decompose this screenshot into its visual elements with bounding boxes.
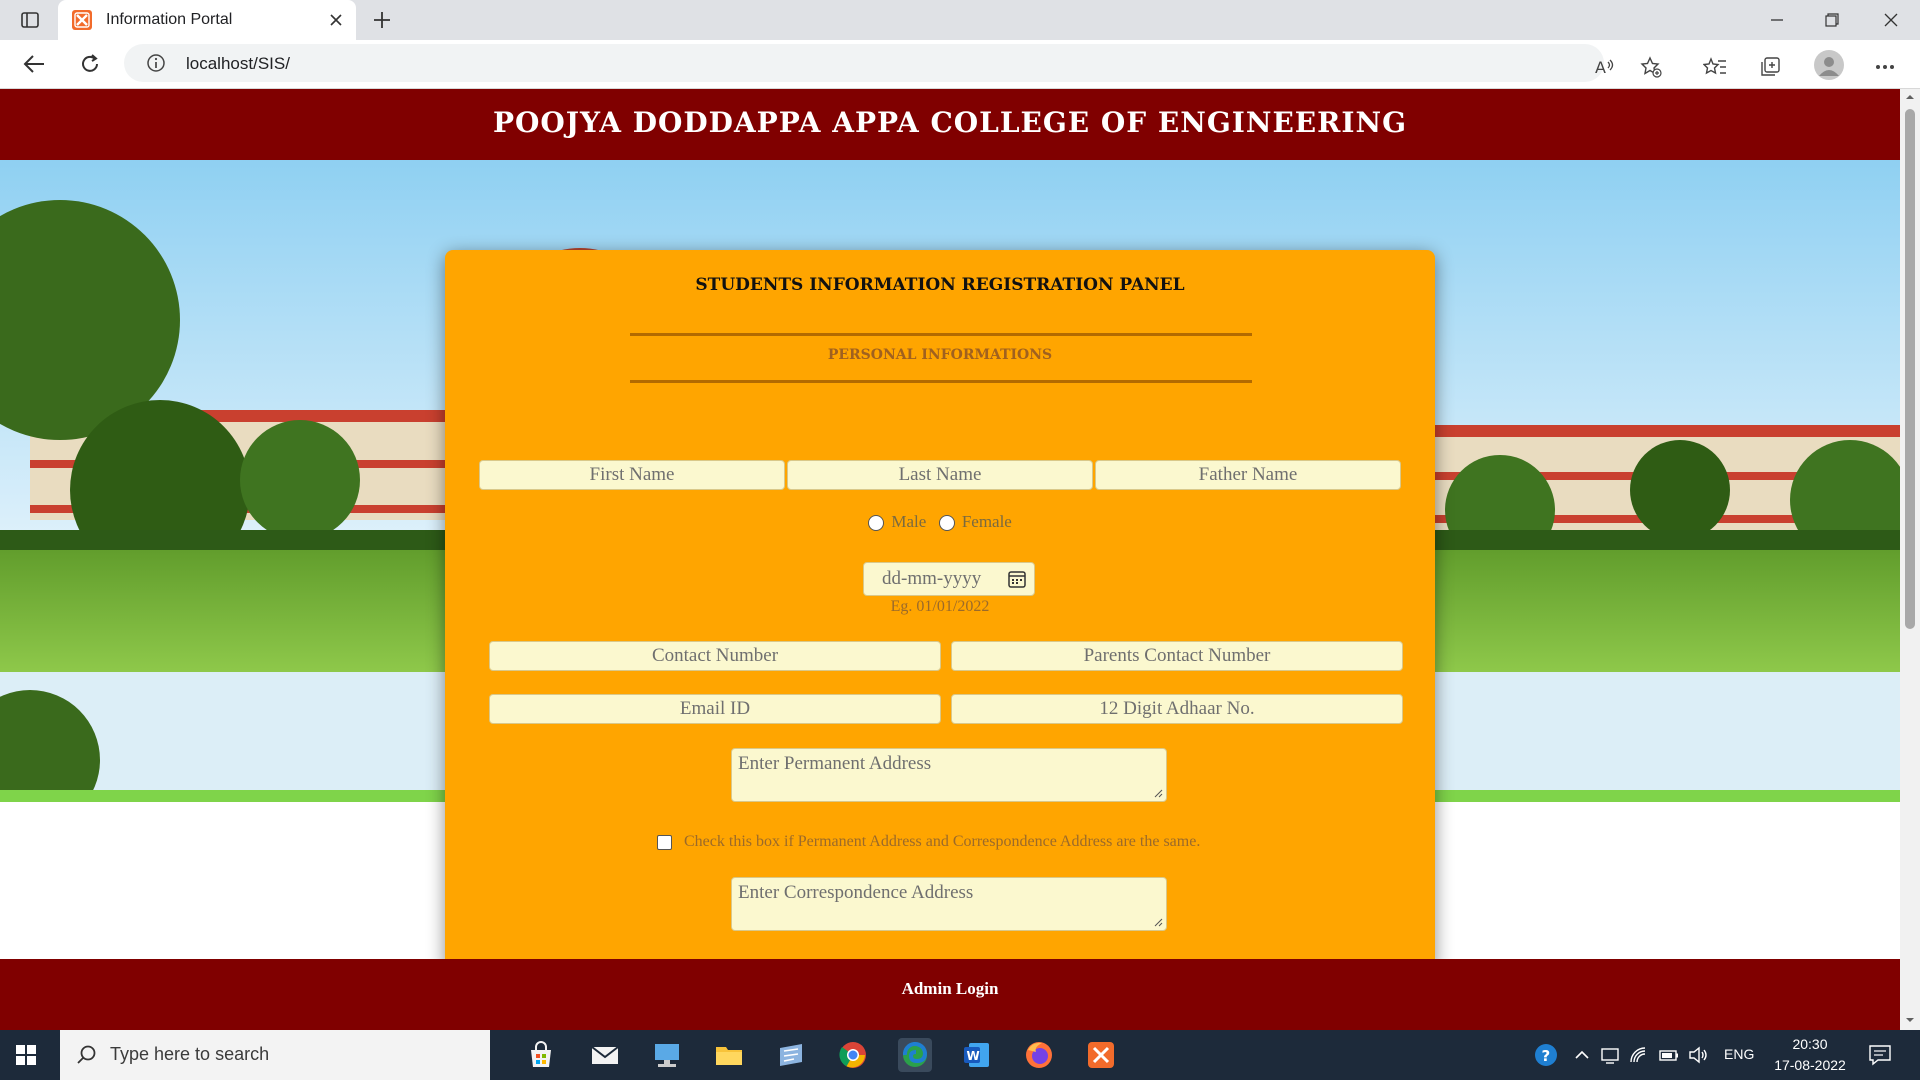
back-arrow-icon[interactable] [18, 50, 50, 78]
browser-tab[interactable]: Information Portal [58, 0, 356, 40]
dob-placeholder: dd-mm-yyyy [882, 568, 982, 589]
clock-date[interactable]: 17-08-2022 [1760, 1057, 1860, 1073]
scroll-thumb[interactable] [1905, 109, 1915, 629]
resize-handle-icon[interactable] [1153, 917, 1163, 927]
close-tab-icon[interactable] [324, 8, 348, 32]
section-divider-top [630, 333, 1252, 336]
reload-icon[interactable] [74, 50, 106, 78]
help-icon[interactable]: ? [1533, 1042, 1559, 1068]
admin-login-link[interactable]: Admin Login [0, 979, 1900, 999]
male-label: Male [891, 512, 927, 531]
adhaar-input[interactable]: 12 Digit Adhaar No. [951, 694, 1403, 724]
xampp-icon[interactable] [1084, 1038, 1118, 1072]
female-label: Female [961, 512, 1012, 531]
page-footer: Admin Login [0, 959, 1900, 1030]
language-indicator[interactable]: ENG [1724, 1046, 1754, 1062]
parents-contact-input[interactable]: Parents Contact Number [951, 641, 1403, 671]
scroll-down-icon[interactable] [1904, 1014, 1916, 1026]
same-address-label: Check this box if Permanent Address and … [684, 833, 1201, 850]
section-title: PERSONAL INFORMATIONS [827, 347, 1053, 363]
resize-handle-icon[interactable] [1153, 788, 1163, 798]
battery-icon[interactable] [1658, 1045, 1680, 1065]
clock-time[interactable]: 20:30 [1770, 1036, 1850, 1052]
store-icon[interactable] [524, 1038, 558, 1072]
search-placeholder: Type here to search [110, 1044, 270, 1064]
read-aloud-icon[interactable]: A [1590, 52, 1620, 82]
search-icon [76, 1044, 98, 1066]
browser-tab-strip: Information Portal [0, 0, 1920, 40]
first-name-input[interactable]: First Name [479, 460, 785, 490]
network-status-icon[interactable] [1600, 1045, 1620, 1065]
tab-title: Information Portal [106, 11, 233, 28]
favorites-icon[interactable] [1700, 52, 1730, 82]
notifications-icon[interactable] [1868, 1044, 1892, 1066]
file-explorer-icon[interactable] [712, 1038, 746, 1072]
college-name: POOJYA DODDAPPA APPA COLLEGE OF ENGINEER… [492, 106, 1408, 139]
same-address-row: Check this box if Permanent Address and … [657, 833, 1200, 851]
female-radio[interactable] [938, 515, 955, 532]
firefox-icon[interactable] [1022, 1038, 1056, 1072]
last-name-input[interactable]: Last Name [787, 460, 1093, 490]
college-header: POOJYA DODDAPPA APPA COLLEGE OF ENGINEER… [0, 89, 1900, 160]
tab-actions-icon[interactable] [14, 6, 46, 34]
page-viewport: POOJYA DODDAPPA APPA COLLEGE OF ENGINEER… [0, 89, 1900, 1030]
profile-avatar-icon[interactable] [1814, 50, 1844, 80]
windows-start-icon[interactable] [12, 1041, 40, 1069]
male-radio[interactable] [868, 515, 885, 532]
father-name-input[interactable]: Father Name [1095, 460, 1401, 490]
word-icon[interactable]: W [960, 1038, 994, 1072]
correspondence-address-textarea[interactable]: Enter Correspondence Address [731, 877, 1167, 931]
gender-radio-group: Male Female [445, 512, 1435, 532]
date-of-birth-input[interactable]: dd-mm-yyyy [863, 562, 1035, 596]
minimize-icon[interactable] [1760, 4, 1794, 36]
volume-icon[interactable] [1688, 1045, 1710, 1065]
ssh-client-icon[interactable] [774, 1038, 808, 1072]
permanent-address-placeholder: Enter Permanent Address [738, 753, 932, 774]
url-input[interactable]: localhost/SIS/ [124, 44, 1604, 82]
xampp-favicon-icon [72, 10, 92, 30]
address-bar: localhost/SIS/ [0, 40, 1920, 89]
windows-taskbar: Type here to search W ? ENG 20:30 17-08-… [0, 1030, 1920, 1080]
email-input[interactable]: Email ID [489, 694, 941, 724]
section-divider-bottom [630, 380, 1252, 383]
collections-icon[interactable] [1755, 52, 1785, 82]
close-window-icon[interactable] [1874, 4, 1908, 36]
panel-title: STUDENTS INFORMATION REGISTRATION PANEL [695, 275, 1185, 295]
chrome-icon[interactable] [836, 1038, 870, 1072]
svg-text:?: ? [1542, 1047, 1551, 1065]
permanent-address-textarea[interactable]: Enter Permanent Address [731, 748, 1167, 802]
taskbar-search-box[interactable]: Type here to search [60, 1030, 490, 1080]
add-favorite-icon[interactable] [1636, 52, 1666, 82]
more-options-icon[interactable] [1870, 52, 1900, 82]
calendar-icon[interactable] [1007, 569, 1027, 589]
dob-hint: Eg. 01/01/2022 [890, 598, 990, 615]
show-hidden-icons-chevron-icon[interactable] [1574, 1045, 1590, 1065]
wifi-icon[interactable] [1628, 1045, 1648, 1065]
mail-icon[interactable] [588, 1038, 622, 1072]
contact-number-input[interactable]: Contact Number [489, 641, 941, 671]
site-info-icon[interactable] [146, 53, 166, 73]
same-address-checkbox[interactable] [657, 834, 672, 850]
page-scrollbar[interactable] [1900, 89, 1920, 1030]
restore-icon[interactable] [1815, 4, 1849, 36]
svg-text:W: W [967, 1049, 980, 1063]
edge-icon[interactable] [898, 1038, 932, 1072]
scroll-up-icon[interactable] [1904, 91, 1916, 103]
correspondence-address-placeholder: Enter Correspondence Address [738, 882, 974, 903]
svg-text:A: A [1595, 58, 1606, 77]
new-tab-icon[interactable] [368, 6, 396, 34]
network-drive-icon[interactable] [650, 1038, 684, 1072]
registration-panel: STUDENTS INFORMATION REGISTRATION PANEL … [445, 250, 1435, 970]
url-text: localhost/SIS/ [186, 54, 290, 73]
